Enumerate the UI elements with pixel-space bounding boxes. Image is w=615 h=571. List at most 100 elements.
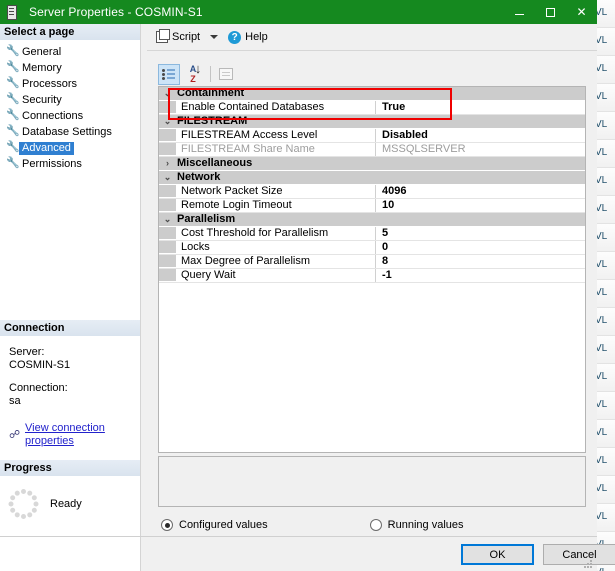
title-bar: Server Properties - COSMIN-S1 ✕ <box>0 0 597 24</box>
sidebar-item-label: Memory <box>22 61 62 74</box>
property-name: FILESTREAM Share Name <box>176 143 376 156</box>
sidebar-item-security[interactable]: 🔧 Security <box>0 92 140 108</box>
property-value[interactable]: True <box>376 101 585 114</box>
connection-label: Connection: <box>9 382 68 394</box>
property-value[interactable]: 4096 <box>376 185 585 198</box>
grid-property-row[interactable]: Enable Contained Databases True <box>159 101 585 115</box>
wrench-icon: 🔧 <box>6 92 20 105</box>
property-name: Remote Login Timeout <box>176 199 376 212</box>
script-icon <box>156 29 170 43</box>
grid-property-row[interactable]: Remote Login Timeout 10 <box>159 199 585 213</box>
property-value[interactable]: Disabled <box>376 129 585 142</box>
radio-configured-values[interactable]: Configured values <box>161 519 268 531</box>
progress-section: Progress Ready <box>0 460 140 519</box>
cancel-button[interactable]: Cancel <box>543 544 615 565</box>
sidebar-item-memory[interactable]: 🔧 Memory <box>0 60 140 76</box>
server-value: COSMIN-S1 <box>9 359 71 371</box>
property-value[interactable]: 0 <box>376 241 585 254</box>
expander-icon[interactable]: ⌄ <box>159 115 176 128</box>
script-dropdown-button[interactable] <box>203 27 225 47</box>
sidebar-item-label: Advanced <box>19 141 74 155</box>
sidebar-item-label: Processors <box>22 77 78 90</box>
help-button[interactable]: ? Help <box>225 27 271 47</box>
sidebar-item-general[interactable]: 🔧 General <box>0 44 140 60</box>
property-name: Enable Contained Databases <box>176 101 376 114</box>
grid-property-row[interactable]: FILESTREAM Access Level Disabled <box>159 129 585 143</box>
row-gutter <box>159 227 176 240</box>
page-list: 🔧 General 🔧 Memory 🔧 Processors 🔧 Securi… <box>0 41 140 172</box>
radio-indicator <box>161 519 173 531</box>
grid-property-row[interactable]: Network Packet Size 4096 <box>159 185 585 199</box>
property-value[interactable]: 10 <box>376 199 585 212</box>
view-connection-properties-link[interactable]: View connection properties <box>25 422 140 448</box>
ok-button[interactable]: OK <box>461 544 534 565</box>
grid-category-row[interactable]: ⌄ Parallelism <box>159 213 585 227</box>
connection-header: Connection <box>0 320 140 337</box>
grid-category-row[interactable]: › Miscellaneous <box>159 157 585 171</box>
help-label: Help <box>245 31 268 43</box>
property-value[interactable]: -1 <box>376 269 585 282</box>
expander-icon[interactable]: ⌄ <box>159 171 176 184</box>
dialog-toolbar: Script ? Help <box>147 24 597 51</box>
wrench-icon: 🔧 <box>6 156 20 169</box>
sidebar-item-label: Database Settings <box>22 125 112 138</box>
alphabetical-sort-icon[interactable]: A Z ↓ <box>182 62 204 85</box>
expander-icon[interactable]: › <box>159 157 176 170</box>
grid-property-row[interactable]: Cost Threshold for Parallelism 5 <box>159 227 585 241</box>
row-gutter <box>159 199 176 212</box>
radio-running-values[interactable]: Running values <box>369 519 464 531</box>
sidebar-item-label: Security <box>22 93 62 106</box>
server-icon <box>7 4 23 20</box>
radio-label: Configured values <box>179 519 268 531</box>
window-controls: ✕ <box>504 0 597 24</box>
content-pane: Script ? Help A Z ↓ ⌄ Containment Enable… <box>147 24 597 571</box>
wrench-icon: 🔧 <box>6 76 20 89</box>
grid-category-row[interactable]: ⌄ Network <box>159 171 585 185</box>
row-gutter <box>159 269 176 282</box>
property-name: Cost Threshold for Parallelism <box>176 227 376 240</box>
grid-property-row[interactable]: Max Degree of Parallelism 8 <box>159 255 585 269</box>
category-label: Containment <box>177 87 245 99</box>
select-page-header: Select a page <box>0 24 140 41</box>
grid-property-row[interactable]: Query Wait -1 <box>159 269 585 283</box>
sidebar-item-connections[interactable]: 🔧 Connections <box>0 108 140 124</box>
category-label: Parallelism <box>177 213 236 225</box>
radio-indicator <box>369 519 382 531</box>
plug-icon: ☍ <box>9 428 21 441</box>
property-name: Network Packet Size <box>176 185 376 198</box>
property-name: Max Degree of Parallelism <box>176 255 376 268</box>
property-grid-toolbar: A Z ↓ <box>147 62 597 86</box>
minimize-button[interactable] <box>504 0 535 24</box>
script-label: Script <box>172 31 201 43</box>
expander-icon[interactable]: ⌄ <box>159 213 176 226</box>
expander-icon[interactable]: ⌄ <box>159 87 176 100</box>
window-title: Server Properties - COSMIN-S1 <box>29 5 203 19</box>
grid-category-row[interactable]: ⌄ Containment <box>159 87 585 101</box>
script-button[interactable]: Script <box>153 27 203 47</box>
property-value[interactable]: 5 <box>376 227 585 240</box>
category-label: Network <box>177 171 221 183</box>
maximize-button[interactable] <box>535 0 566 24</box>
wrench-icon: 🔧 <box>6 140 20 153</box>
sidebar-item-advanced[interactable]: 🔧 Advanced <box>0 140 140 156</box>
wrench-icon: 🔧 <box>6 108 20 121</box>
close-icon[interactable]: ✕ <box>566 0 597 24</box>
grid-property-row[interactable]: Locks 0 <box>159 241 585 255</box>
resize-grip[interactable] <box>584 560 594 570</box>
sidebar-item-processors[interactable]: 🔧 Processors <box>0 76 140 92</box>
server-label: Server: <box>9 346 45 358</box>
grid-category-row[interactable]: ⌄ FILESTREAM <box>159 115 585 129</box>
row-gutter <box>159 143 176 156</box>
values-mode-group: Configured values Running values <box>161 519 591 531</box>
progress-status: Ready <box>50 498 82 510</box>
row-gutter <box>159 255 176 268</box>
row-gutter <box>159 101 176 114</box>
property-name: Locks <box>176 241 376 254</box>
sidebar-item-database-settings[interactable]: 🔧 Database Settings <box>0 124 140 140</box>
property-name: Query Wait <box>176 269 376 282</box>
property-value[interactable]: 8 <box>376 255 585 268</box>
sidebar-item-label: Permissions <box>22 157 82 170</box>
property-grid[interactable]: ⌄ Containment Enable Contained Databases… <box>158 86 586 453</box>
sidebar-item-permissions[interactable]: 🔧 Permissions <box>0 156 140 172</box>
categorized-view-icon[interactable] <box>158 63 180 85</box>
